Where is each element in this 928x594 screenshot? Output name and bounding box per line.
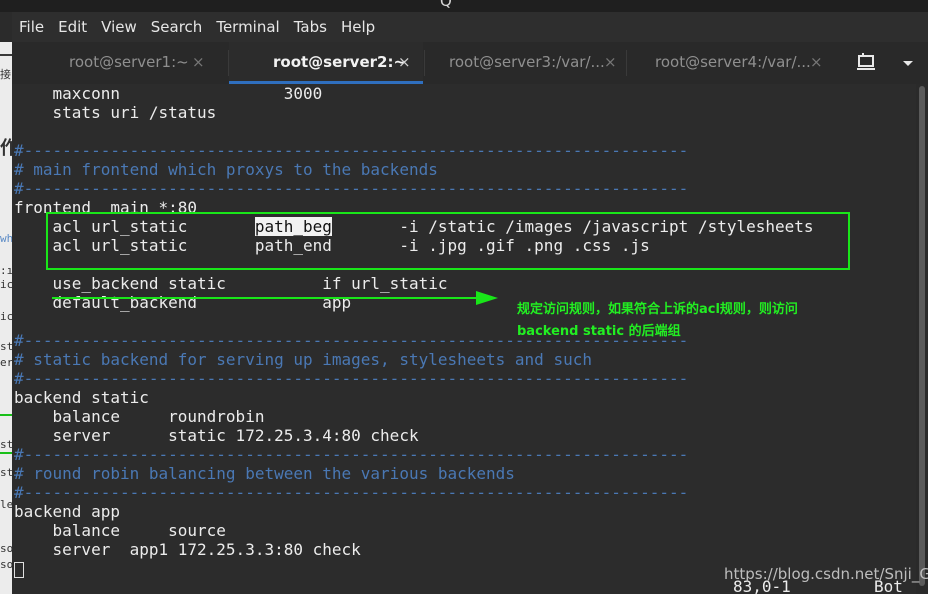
strip-text: 接 [0,68,11,81]
strip-green-line [0,452,12,454]
terminal-line: server app1 172.25.3.3:80 check [14,540,361,559]
terminal-line: #---------------------------------------… [14,483,689,502]
annotation-highlight-box [46,212,850,270]
window-titlebar: Q [0,0,928,12]
menu-help[interactable]: Help [334,12,382,42]
chevron-down-icon[interactable] [898,52,918,74]
strip-text: wh [0,232,12,245]
tab-server4[interactable]: root@server4:/var/... × [627,42,832,84]
background-window-strip: 接 作 wh :ı ic ic st er st st le so so [0,42,12,594]
tab-server3[interactable]: root@server3:/var/... × [425,42,625,84]
menu-terminal[interactable]: Terminal [209,12,286,42]
new-tab-icon[interactable] [855,52,879,74]
close-icon[interactable]: × [192,42,205,82]
menu-edit[interactable]: Edit [51,12,94,42]
tab-label: root@server2:~ [273,53,407,71]
text-cursor [14,561,24,578]
watermark: https://blog.csdn.net/Snji_G [724,565,928,583]
terminal-cursor-line [14,559,24,578]
scrollbar[interactable] [916,84,928,594]
menu-view[interactable]: View [94,12,144,42]
strip-text: so [0,558,12,571]
annotation-text: 规定访问规则，如果符合上诉的acl规则，则访问 [517,302,798,317]
strip-text: st [0,340,12,353]
strip-text: le [0,498,12,511]
menu-tabs[interactable]: Tabs [287,12,334,42]
terminal-line: # static backend for serving up images, … [14,350,592,369]
close-icon[interactable]: × [398,42,411,82]
tab-label: root@server3:/var/... [449,53,605,71]
close-icon[interactable]: × [810,42,823,82]
tab-bar: root@server1:~ × root@server2:~ × root@s… [12,42,928,84]
strip-text: :ı [0,264,12,277]
terminal-view[interactable]: maxconn 3000 stats uri /status #--------… [12,84,916,594]
scrollbar-thumb[interactable] [919,86,925,586]
strip-text: so [0,542,12,555]
strip-green-line [0,414,12,416]
terminal-line: #---------------------------------------… [14,369,689,388]
terminal-line: #---------------------------------------… [14,445,689,464]
strip-text: 作 [0,138,12,159]
strip-text: st [0,438,12,451]
tab-label: root@server4:/var/... [655,53,811,71]
tab-server1[interactable]: root@server1:~ × [12,42,228,84]
terminal-line: # round robin balancing between the vari… [14,464,515,483]
strip-text: st [0,466,12,479]
strip-text: ic [0,310,12,323]
strip-divider [0,54,12,56]
menu-bar: File Edit View Search Terminal Tabs Help [12,12,928,42]
strip-text: er [0,356,12,369]
strip-text: ic [0,278,12,291]
terminal-line: stats uri /status [14,103,217,122]
terminal-line: server static 172.25.3.4:80 check [14,426,419,445]
terminal-line: backend app [14,502,120,521]
terminal-line: balance source [14,521,226,540]
annotation-text: backend static 的后端组 [517,324,681,339]
terminal-line: #---------------------------------------… [14,141,689,160]
terminal-line: balance roundrobin [14,407,265,426]
menu-file[interactable]: File [12,12,51,42]
terminal-line: #---------------------------------------… [14,179,689,198]
menu-search[interactable]: Search [144,12,210,42]
terminal-line: backend static [14,388,149,407]
close-icon[interactable]: × [604,42,617,82]
terminal-line: maxconn 3000 [14,84,323,103]
search-icon[interactable]: Q [440,0,452,10]
tab-label: root@server1:~ [69,53,189,71]
tab-server2[interactable]: root@server2:~ × [229,42,423,84]
annotation-arrow [52,291,498,305]
terminal-line: # main frontend which proxys to the back… [14,160,438,179]
